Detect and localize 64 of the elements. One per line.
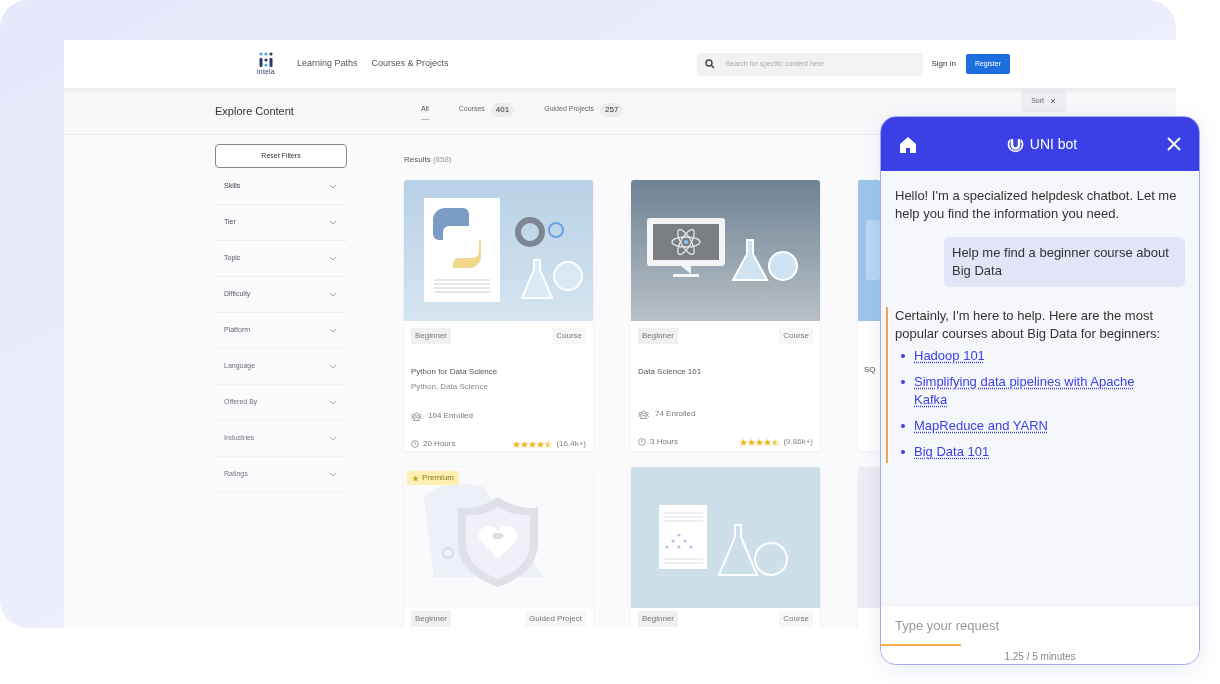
type-tag: Guided Project — [525, 611, 586, 627]
bullet-icon — [901, 354, 905, 358]
chevron-down-icon — [329, 436, 337, 441]
level-tag: Beginner — [638, 328, 679, 344]
bot-message: Hello! I'm a specialized helpdesk chatbot. Let me help you find the information you need. — [894, 187, 1178, 223]
type-tag: Course — [552, 328, 586, 344]
course-title: SQ — [864, 364, 877, 376]
chevron-down-icon — [329, 220, 337, 225]
chevron-down-icon — [329, 292, 337, 297]
course-card[interactable]: Premium Beginner Guided Project — [404, 467, 593, 628]
chevron-down-icon — [329, 364, 337, 369]
enrolled-count: 104 Enrolled — [428, 410, 473, 422]
course-link[interactable]: Simplifying data pipelines with Apache Kafka — [914, 373, 1199, 409]
message-input[interactable]: Type your request — [881, 607, 1199, 645]
chevron-down-icon — [329, 256, 337, 261]
course-title: Data Science 101 — [638, 366, 703, 378]
count-badge: 401 — [490, 102, 515, 117]
review-count: (16.4k+) — [556, 438, 586, 450]
course-duration: 20 Hours — [423, 438, 456, 450]
level-tag: Beginner — [411, 328, 452, 344]
course-link[interactable]: Hadoop 101 — [914, 347, 1025, 365]
page-title: Explore Content — [215, 103, 295, 119]
close-icon[interactable] — [1167, 137, 1181, 151]
search-icon — [705, 59, 716, 69]
bullet-icon — [901, 450, 905, 454]
type-tag: Course — [779, 611, 813, 627]
nav-link[interactable]: Learning Paths — [297, 57, 358, 71]
people-icon — [411, 411, 422, 421]
nav-link[interactable]: Courses & Projects — [371, 57, 449, 71]
level-tag: Beginner — [638, 611, 679, 627]
course-link[interactable]: Big Data 101 — [914, 443, 1030, 461]
course-card[interactable]: Beginner Course Python for Data Science Python, Data Science 104 Enrolled 20 Hours (16.4k+) — [404, 180, 593, 451]
home-icon[interactable] — [899, 135, 917, 153]
course-duration: 3 Hours — [650, 436, 678, 448]
chat-title: UNI bot — [1029, 134, 1078, 154]
chevron-down-icon — [329, 400, 337, 405]
course-card[interactable]: Beginner Course — [631, 467, 820, 628]
review-count: (9.86k+) — [783, 436, 813, 448]
clock-icon — [411, 440, 419, 448]
star-icon — [412, 474, 419, 482]
premium-badge: Premium — [407, 471, 459, 485]
people-icon — [638, 409, 649, 419]
type-tag: Course — [779, 328, 813, 344]
chevron-down-icon — [329, 184, 337, 189]
count-badge: 257 — [600, 102, 624, 117]
close-icon — [1050, 98, 1056, 104]
results-count: Results (658) — [404, 154, 453, 166]
sign-in-link[interactable]: Sign in — [931, 58, 956, 70]
user-message: Help me find a beginner course about Big Data — [944, 237, 1185, 287]
enrolled-count: 74 Enrolled — [655, 408, 696, 420]
bullet-icon — [901, 424, 905, 428]
chevron-down-icon — [329, 472, 337, 477]
timer-text: 1.25 / 5 minutes — [881, 646, 1199, 664]
course-card[interactable]: Beginner Course Data Science 101 74 Enrolled 3 Hours (9.86k+) — [631, 180, 820, 451]
course-card[interactable]: SQ — [858, 180, 880, 451]
course-title: Python for Data Science — [411, 366, 499, 378]
logo-icon — [258, 52, 274, 68]
level-tag: Beginner — [411, 611, 452, 627]
course-link[interactable]: MapReduce and YARN — [914, 417, 1088, 435]
course-tags: Python, Data Science — [411, 381, 586, 393]
chevron-down-icon — [329, 328, 337, 333]
clock-icon — [638, 438, 646, 446]
bullet-icon — [901, 380, 905, 384]
bot-message: Certainly, I'm here to help. Here are the most popular courses about Big Data for beginners: — [895, 307, 1162, 343]
